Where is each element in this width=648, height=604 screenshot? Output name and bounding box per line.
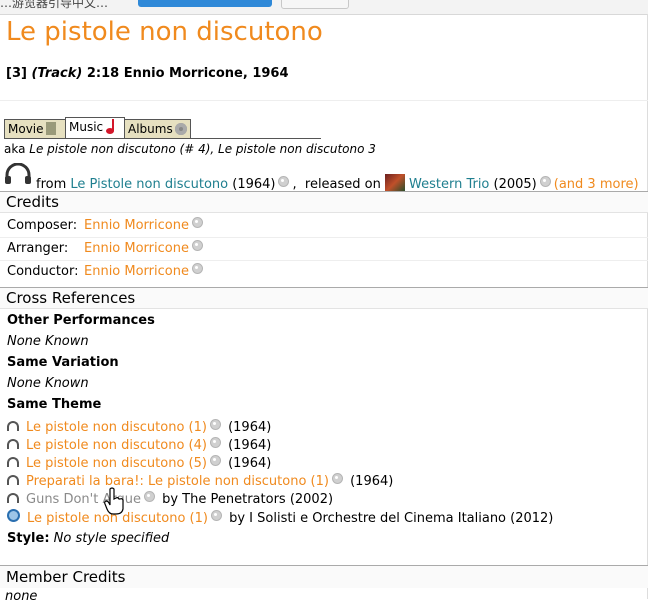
credit-label: Conductor: [7,264,79,279]
credits-header: Credits [0,191,648,213]
credit-row: Arranger: Ennio Morricone [0,238,648,261]
more-albums-link[interactable]: (and 3 more) [554,177,639,192]
hand-cursor-icon [104,487,124,515]
theme-item-link[interactable]: Le pistole non discutono (4) [26,438,207,453]
theme-item: Guns Don't Argue by The Penetrators (200… [7,491,333,509]
theme-item-info: (1964) [350,474,394,489]
same-variation-value: None Known [7,376,89,391]
style-label: Style: [7,531,50,546]
tab-albums[interactable]: Albums [124,119,191,138]
same-variation-heading: Same Variation [7,355,119,370]
headphones-icon [7,475,19,485]
credit-row: Conductor: Ennio Morricone [0,261,648,284]
credit-row: Composer: Ennio Morricone [0,215,648,238]
theme-item-link[interactable]: Preparati la bara!: Le pistole non discu… [26,474,329,489]
theme-item: Le pistole non discutono (4) (1964) [7,437,271,455]
credit-link[interactable]: Ennio Morricone [84,241,189,256]
from-prefix: from [36,177,71,192]
track-duration-artist: 2:18 Ennio Morricone, 1964 [86,66,289,81]
tab-movie[interactable]: Movie [4,119,66,138]
credit-label: Arranger: [7,241,69,256]
search-icon[interactable] [209,455,221,466]
film-link[interactable]: Le Pistole non discutono [70,177,228,192]
search-icon[interactable] [209,419,221,430]
same-theme-heading: Same Theme [7,397,102,412]
search-icon[interactable] [143,491,155,502]
tab-albums-label: Albums [128,122,173,136]
page-title: Le pistole non discutono [6,17,323,47]
top-primary-button[interactable] [138,0,272,7]
browser-top-strip: …游览器引导中文… [0,0,648,15]
search-icon[interactable] [210,510,222,521]
search-icon[interactable] [331,473,343,484]
track-type: (Track) [31,66,83,81]
top-strip-text: …游览器引导中文… [0,0,109,10]
cd-icon [7,509,20,522]
divider [0,100,648,101]
credit-link[interactable]: Ennio Morricone [84,218,189,233]
tab-underline [4,138,321,139]
aka-titles: Le pistole non discutono (# 4), Le pisto… [29,142,376,156]
style-value: No style specified [53,531,170,546]
theme-item: Le pistole non discutono (5) (1964) [7,455,271,473]
music-note-icon [105,119,117,134]
album-cover-thumbnail[interactable] [385,174,405,191]
headphones-icon [7,421,19,431]
released-on-text: , released on [292,177,385,192]
theme-item: Preparati la bara!: Le pistole non discu… [7,473,393,491]
theme-item: Le pistole non discutono (1) (1964) [7,419,271,437]
search-icon[interactable] [191,240,203,251]
tab-movie-label: Movie [8,122,44,136]
credit-link[interactable]: Ennio Morricone [84,264,189,279]
film-year: (1964) [232,177,276,192]
theme-item-info: (1964) [228,456,272,471]
aka-prefix: aka [4,142,30,156]
theme-item-info: by I Solisti e Orchestre del Cinema Ital… [229,511,554,526]
theme-item-info: by The Penetrators (2002) [162,492,334,507]
headphones-icon [5,163,31,184]
theme-item: Le pistole non discutono (1) by I Solist… [7,509,553,527]
album-year: (2005) [493,177,537,192]
theme-item-link[interactable]: Le pistole non discutono (5) [26,456,207,471]
theme-item-link[interactable]: Le pistole non discutono (1) [26,420,207,435]
aka-line: aka Le pistole non discutono (# 4), Le p… [4,142,376,156]
top-secondary-button[interactable] [281,0,349,9]
search-icon[interactable] [191,263,203,274]
other-performances-heading: Other Performances [7,313,155,328]
disc-icon [174,123,187,135]
search-icon[interactable] [209,437,221,448]
member-credits-value: none [5,589,38,604]
tab-music-label: Music [69,120,104,134]
headphones-icon [7,439,19,449]
film-icon [45,122,56,135]
search-icon[interactable] [278,176,290,187]
theme-item-info: (1964) [228,420,272,435]
search-icon[interactable] [539,176,551,187]
track-info: [3] (Track) 2:18 Ennio Morricone, 1964 [6,66,289,81]
style-line: Style: No style specified [7,531,169,546]
theme-item-info: (1964) [228,438,272,453]
headphones-icon [7,457,19,467]
credit-label: Composer: [7,218,78,233]
album-link[interactable]: Western Trio [409,177,489,192]
tab-music[interactable]: Music [65,117,125,139]
other-performances-value: None Known [7,334,89,349]
member-credits-header: Member Credits [0,565,648,588]
headphones-icon [7,493,19,503]
cross-references-header: Cross References [0,287,648,309]
search-icon[interactable] [191,217,203,228]
track-number: [3] [6,66,27,81]
